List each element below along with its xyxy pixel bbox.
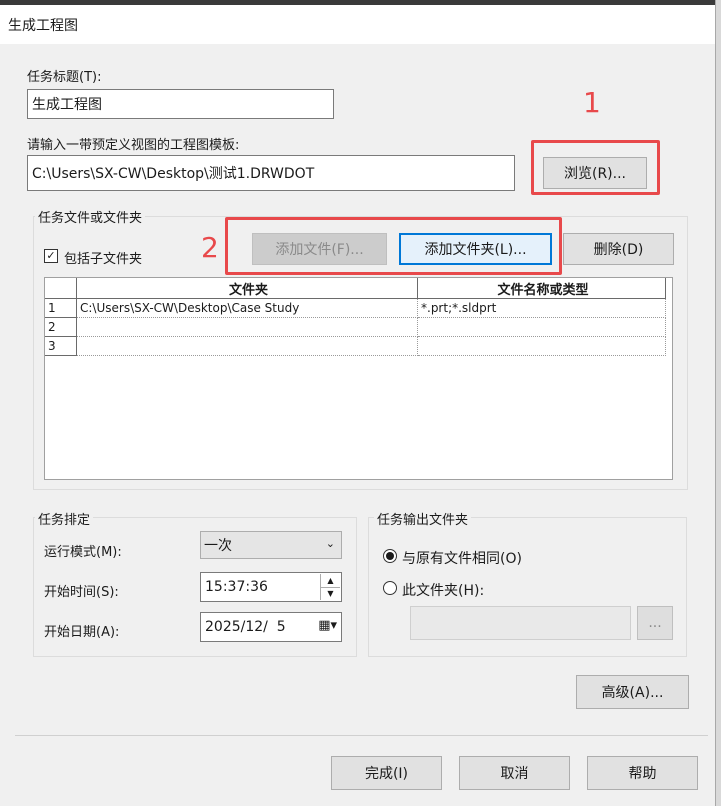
start-time-value: 15:37:36 [205,579,268,595]
annotation-box-2 [225,217,562,275]
annotation-number-1: 1 [583,86,601,119]
template-label: 请输入一带预定义视图的工程图模板: [27,138,240,153]
calendar-icon[interactable]: ▦▾ [318,618,337,633]
start-date-input[interactable]: 2025/12/ 5 ▦▾ [200,612,342,642]
start-date-value: 2025/12/ 5 [205,619,286,635]
schedule-group-title: 任务排定 [35,509,94,528]
advanced-button[interactable]: 高级(A)... [576,675,689,709]
files-group-title: 任务文件或文件夹 [35,207,146,226]
task-title-input[interactable]: 生成工程图 [27,89,334,119]
table-cell-type[interactable] [418,318,666,337]
column-header-folder[interactable]: 文件夹 [77,278,418,299]
output-group-title: 任务输出文件夹 [374,509,472,528]
title-bar [0,0,715,44]
spin-down-icon[interactable]: ▼ [321,588,340,600]
include-subfolders-checkbox[interactable]: ✓ [44,249,58,263]
row-number: 2 [45,318,77,337]
run-mode-select[interactable]: 一次 ⌄ [200,531,342,559]
output-browse-button[interactable]: ... [637,606,673,640]
this-folder-label: 此文件夹(H): [402,583,485,599]
run-mode-label: 运行模式(M): [44,545,122,560]
task-title-label: 任务标题(T): [27,70,102,85]
table-cell-folder[interactable] [77,318,418,337]
start-time-label: 开始时间(S): [44,585,119,600]
annotation-number-2: 2 [201,231,219,264]
same-as-original-label: 与原有文件相同(O) [402,551,522,567]
delete-button[interactable]: 删除(D) [563,233,674,265]
table-cell-folder[interactable] [77,337,418,356]
right-edge [715,0,721,806]
footer-divider [15,735,708,736]
this-folder-radio[interactable] [383,581,397,595]
table-corner [45,278,77,299]
start-time-input[interactable]: 15:37:36 ▲ ▼ [200,572,342,602]
files-table[interactable]: 文件夹 文件名称或类型 1 C:\Users\SX-CW\Desktop\Cas… [44,277,673,480]
table-cell-folder[interactable]: C:\Users\SX-CW\Desktop\Case Study [77,299,418,318]
help-button[interactable]: 帮助 [587,756,698,790]
include-subfolders-label: 包括子文件夹 [64,252,143,267]
window-title: 生成工程图 [8,18,78,34]
same-as-original-radio[interactable] [383,549,397,563]
top-strip [0,0,721,5]
template-path-input[interactable]: C:\Users\SX-CW\Desktop\测试1.DRWDOT [27,155,515,191]
row-number: 3 [45,337,77,356]
annotation-box-1 [531,140,660,195]
table-cell-type[interactable]: *.prt;*.sldprt [418,299,666,318]
start-date-label: 开始日期(A): [44,625,120,640]
finish-button[interactable]: 完成(I) [331,756,442,790]
output-folder-input[interactable] [410,606,631,640]
spin-up-icon[interactable]: ▲ [321,574,340,588]
time-spinner[interactable]: ▲ ▼ [320,574,340,600]
row-number: 1 [45,299,77,318]
table-cell-type[interactable] [418,337,666,356]
cancel-button[interactable]: 取消 [459,756,570,790]
column-header-type[interactable]: 文件名称或类型 [418,278,666,299]
chevron-down-icon: ⌄ [325,537,335,550]
run-mode-value: 一次 [204,538,232,554]
